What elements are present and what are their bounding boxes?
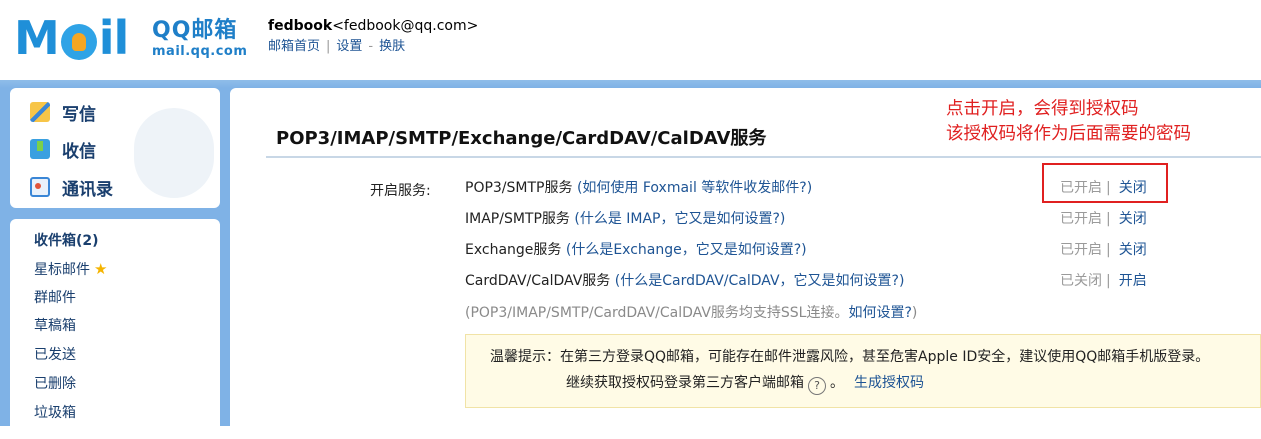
- user-info: fedbook<fedbook@qq.com>: [268, 16, 478, 36]
- compose-label: 写信: [62, 104, 96, 125]
- service-status-carddav: 已关闭 | 开启: [1060, 271, 1147, 291]
- toggle-link-exchange[interactable]: 关闭: [1119, 242, 1147, 258]
- ssl-note-text: (POP3/IMAP/SMTP/CardDAV/CalDAV服务均支持SSL连接…: [465, 305, 849, 321]
- service-status-imap: 已开启 | 关闭: [1060, 209, 1147, 229]
- frame-top: [0, 80, 1261, 88]
- service-name: CardDAV/CalDAV服务: [465, 273, 611, 289]
- logo-cn: QQ邮箱: [152, 18, 238, 43]
- warning-tip-box: 温馨提示：在第三方登录QQ邮箱，可能存在邮件泄露风险，甚至危害Apple ID安…: [465, 334, 1261, 408]
- logo-url: mail.qq.com: [152, 44, 248, 59]
- contacts-button[interactable]: 通讯录: [30, 173, 113, 201]
- service-name: POP3/SMTP服务: [465, 180, 573, 196]
- section-title: POP3/IMAP/SMTP/Exchange/CardDAV/CalDAV服务: [276, 128, 767, 149]
- penguin-watermark-icon: [134, 108, 214, 198]
- service-row-pop3: POP3/SMTP服务 (如何使用 Foxmail 等软件收发邮件?): [465, 178, 812, 198]
- folder-deleted[interactable]: 已删除: [34, 374, 76, 394]
- folder-starred[interactable]: 星标邮件 ★: [34, 259, 107, 280]
- status-state: 已开启: [1060, 242, 1102, 258]
- logo-mark: Mil: [14, 11, 130, 65]
- pencil-note-icon: [30, 102, 50, 122]
- folder-spam[interactable]: 垃圾箱: [34, 403, 76, 423]
- divider: |: [1106, 211, 1111, 227]
- service-row-exchange: Exchange服务 (什么是Exchange，它又是如何设置?): [465, 240, 807, 260]
- divider: -: [368, 39, 374, 54]
- user-name: fedbook: [268, 18, 333, 34]
- service-label: 开启服务:: [370, 183, 431, 199]
- toggle-link-imap[interactable]: 关闭: [1119, 211, 1147, 227]
- service-help-link[interactable]: (如何使用 Foxmail 等软件收发邮件?): [577, 180, 812, 196]
- ssl-note: (POP3/IMAP/SMTP/CardDAV/CalDAV服务均支持SSL连接…: [465, 302, 917, 322]
- service-help-link[interactable]: (什么是Exchange，它又是如何设置?): [566, 242, 807, 258]
- tip-action-text: 继续获取授权码登录第三方客户端邮箱: [566, 375, 804, 391]
- tip-punct: 。: [830, 375, 844, 391]
- qq-mail-logo[interactable]: Mil QQ邮箱 mail.qq.com: [14, 14, 249, 66]
- status-state: 已关闭: [1060, 273, 1102, 289]
- folder-inbox[interactable]: 收件箱(2): [34, 231, 99, 251]
- divider: |: [1106, 273, 1111, 289]
- contacts-label: 通讯录: [62, 179, 113, 200]
- status-state: 已开启: [1060, 211, 1102, 227]
- logo-penguin-icon: [60, 23, 97, 60]
- logo-text: QQ邮箱 mail.qq.com: [152, 18, 247, 60]
- quick-actions-panel: 写信 收信 通讯录: [10, 88, 220, 208]
- tip-action-line: 继续获取授权码登录第三方客户端邮箱?。生成授权码: [566, 373, 924, 395]
- folder-sent[interactable]: 已发送: [34, 345, 76, 365]
- inbox-download-icon: [30, 139, 50, 159]
- highlight-box: [1042, 163, 1168, 203]
- service-help-link[interactable]: (什么是CardDAV/CalDAV，它又是如何设置?): [615, 273, 905, 289]
- service-row-imap: IMAP/SMTP服务 (什么是 IMAP，它又是如何设置?): [465, 209, 785, 229]
- tip-text: 温馨提示：在第三方登录QQ邮箱，可能存在邮件泄露风险，甚至危害Apple ID安…: [490, 349, 1210, 365]
- divider: [266, 156, 1261, 158]
- receive-button[interactable]: 收信: [30, 135, 96, 163]
- question-icon[interactable]: ?: [808, 377, 826, 395]
- folder-starred-label: 星标邮件: [34, 262, 90, 278]
- divider: |: [326, 39, 331, 54]
- header: Mil QQ邮箱 mail.qq.com fedbook<fedbook@qq.…: [0, 0, 1261, 80]
- star-icon: ★: [94, 260, 108, 278]
- link-change-skin[interactable]: 换肤: [379, 39, 405, 54]
- link-mailbox-home[interactable]: 邮箱首页: [268, 39, 320, 54]
- ssl-help-link[interactable]: 如何设置?: [848, 305, 911, 321]
- folder-drafts[interactable]: 草稿箱: [34, 316, 76, 336]
- header-links: 邮箱首页 | 设置 - 换肤: [268, 38, 405, 56]
- annotation-line-2: 该授权码将作为后面需要的密码: [946, 124, 1191, 144]
- receive-label: 收信: [62, 141, 96, 162]
- folder-list: 收件箱(2) 星标邮件 ★ 群邮件 草稿箱 已发送 已删除 垃圾箱: [10, 219, 220, 439]
- toggle-link-carddav[interactable]: 开启: [1119, 273, 1147, 289]
- annotation-line-1: 点击开启，会得到授权码: [946, 99, 1139, 119]
- service-name: Exchange服务: [465, 242, 562, 258]
- folder-group[interactable]: 群邮件: [34, 288, 76, 308]
- service-status-exchange: 已开启 | 关闭: [1060, 240, 1147, 260]
- divider: |: [1106, 242, 1111, 258]
- service-name: IMAP/SMTP服务: [465, 211, 570, 227]
- compose-button[interactable]: 写信: [30, 98, 96, 126]
- ssl-note-close: ): [911, 305, 918, 321]
- annotation-note: 点击开启，会得到授权码 该授权码将作为后面需要的密码: [946, 97, 1191, 147]
- link-settings[interactable]: 设置: [336, 39, 362, 54]
- service-help-link[interactable]: (什么是 IMAP，它又是如何设置?): [574, 211, 785, 227]
- generate-auth-code-link[interactable]: 生成授权码: [854, 375, 924, 391]
- settings-panel: 点击开启，会得到授权码 该授权码将作为后面需要的密码 POP3/IMAP/SMT…: [230, 88, 1261, 426]
- logo-il-letters: il: [98, 11, 130, 65]
- logo-m-letter: M: [14, 11, 60, 65]
- user-email: <fedbook@qq.com>: [332, 18, 479, 34]
- service-row-carddav: CardDAV/CalDAV服务 (什么是CardDAV/CalDAV，它又是如…: [465, 271, 904, 291]
- contact-card-icon: [30, 177, 50, 197]
